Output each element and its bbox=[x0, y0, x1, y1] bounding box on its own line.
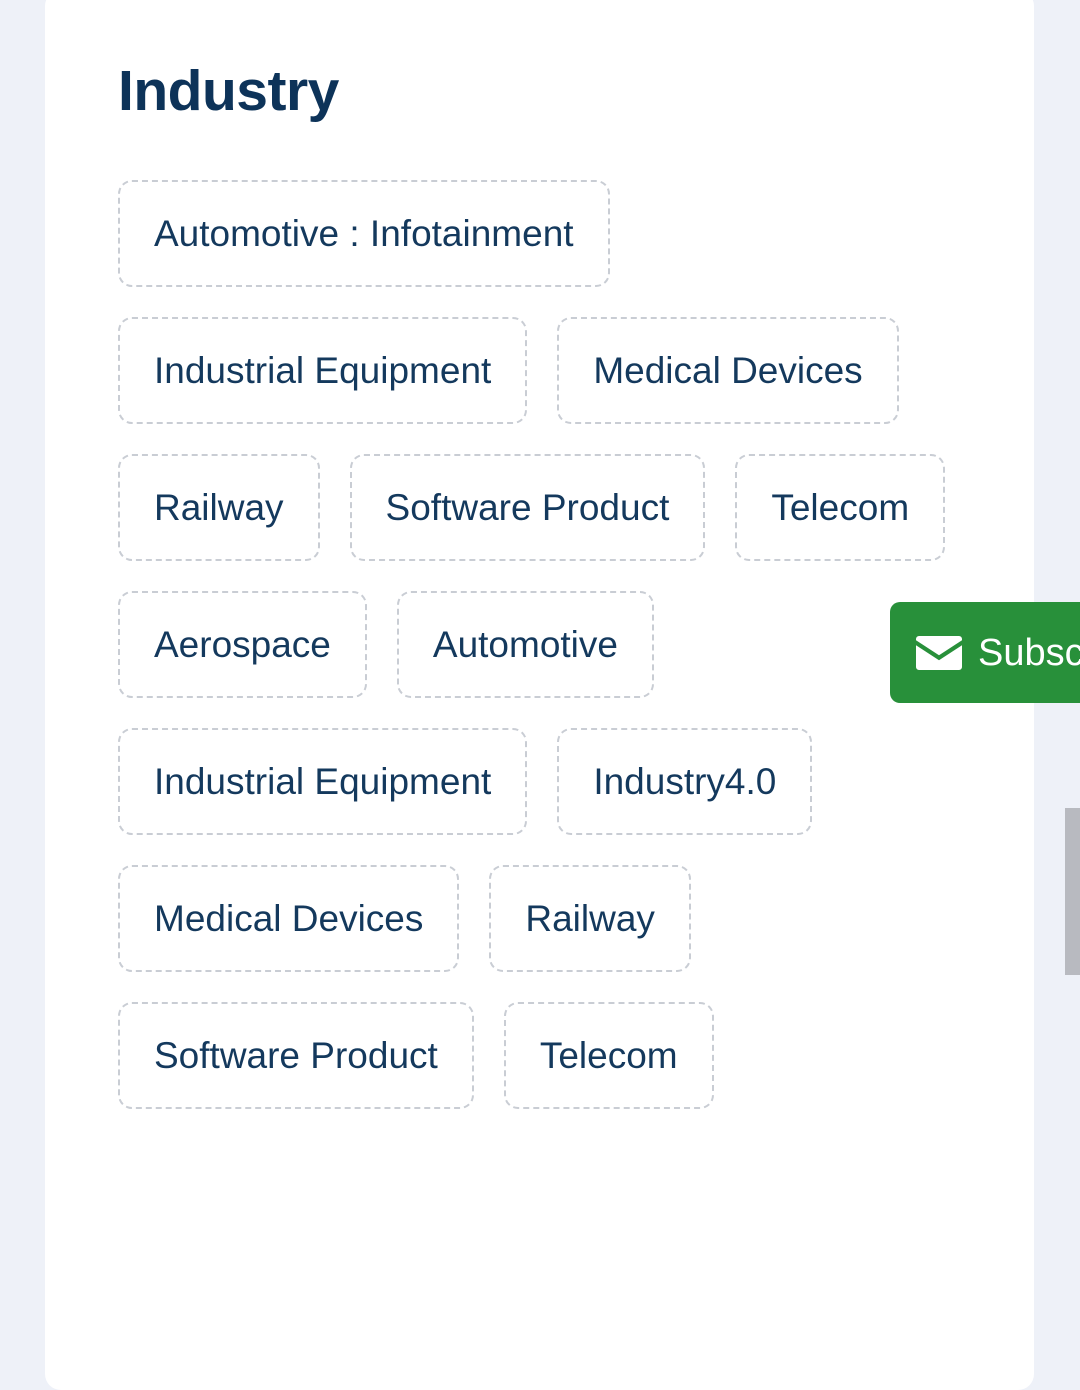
industry-tag[interactable]: Railway bbox=[118, 454, 320, 561]
industry-tag[interactable]: Industrial Equipment bbox=[118, 728, 528, 835]
industry-tag[interactable]: Industry4.0 bbox=[557, 728, 813, 835]
vertical-scrollbar-track[interactable] bbox=[1065, 0, 1080, 1389]
industry-tag[interactable]: Automotive bbox=[396, 591, 654, 698]
industry-tag[interactable]: Medical Devices bbox=[118, 865, 460, 972]
industry-tag[interactable]: Medical Devices bbox=[557, 317, 899, 424]
industry-tag[interactable]: Aerospace bbox=[118, 591, 367, 698]
industry-tag[interactable]: Automotive : Infotainment bbox=[118, 180, 610, 287]
industry-tag[interactable]: Railway bbox=[489, 865, 691, 972]
industry-tag[interactable]: Software Product bbox=[118, 1002, 474, 1109]
industry-tag[interactable]: Telecom bbox=[503, 1002, 714, 1109]
industry-tag[interactable]: Software Product bbox=[349, 454, 706, 561]
industry-tag[interactable]: Telecom bbox=[735, 454, 946, 561]
page-title: Industry bbox=[118, 59, 339, 123]
envelope-icon bbox=[916, 635, 962, 670]
industry-tag[interactable]: Industrial Equipment bbox=[118, 317, 528, 424]
vertical-scrollbar-thumb[interactable] bbox=[1065, 808, 1080, 975]
subscribe-button[interactable]: Subscribe bbox=[890, 602, 1080, 703]
industry-tag-list: Automotive : Infotainment Industrial Equ… bbox=[118, 180, 988, 1109]
industry-card: Industry Automotive : Infotainment Indus… bbox=[45, 0, 1034, 1390]
